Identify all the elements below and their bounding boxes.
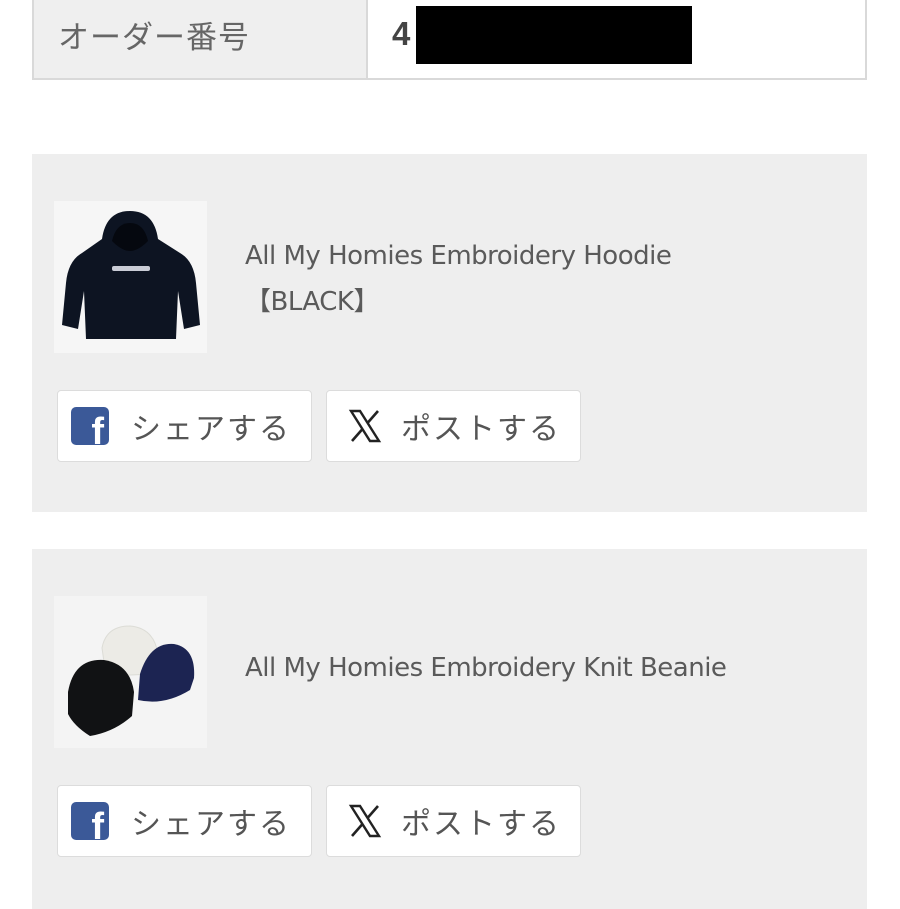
product-thumbnail-beanie[interactable] [54,596,207,748]
facebook-share-button[interactable]: f シェアする [57,785,312,857]
order-number-label: オーダー番号 [34,0,368,78]
product-name-line1[interactable]: All My Homies Embroidery Knit Beanie [245,645,845,691]
facebook-icon: f [71,802,109,840]
facebook-share-label: シェアする [131,412,291,447]
facebook-share-button[interactable]: f シェアする [57,390,312,462]
x-icon [348,409,382,443]
product-name-line2: 【BLACK】 [245,287,379,317]
product-name-line1[interactable]: All My Homies Embroidery Hoodie [245,233,845,279]
product-thumbnail-hoodie[interactable] [54,201,207,353]
order-number-row: オーダー番号 4 [32,0,867,80]
order-item-card: All My Homies Embroidery Hoodie 【BLACK】 … [32,154,867,512]
order-number-text: 4 [392,15,411,52]
x-icon [348,804,382,838]
x-post-button[interactable]: ポストする [326,785,581,857]
order-item-card: All My Homies Embroidery Knit Beanie f シ… [32,549,867,909]
redaction-block [416,6,692,64]
facebook-share-label: シェアする [131,807,291,842]
product-name[interactable]: All My Homies Embroidery Hoodie 【BLACK】 [245,233,845,325]
beanie-image [54,596,207,748]
x-post-label: ポストする [401,807,561,842]
x-post-label: ポストする [401,412,561,447]
x-post-button[interactable]: ポストする [326,390,581,462]
facebook-icon: f [71,407,109,445]
product-name[interactable]: All My Homies Embroidery Knit Beanie [245,645,845,691]
order-number-value: 4 [368,0,865,78]
hoodie-image [54,201,207,353]
